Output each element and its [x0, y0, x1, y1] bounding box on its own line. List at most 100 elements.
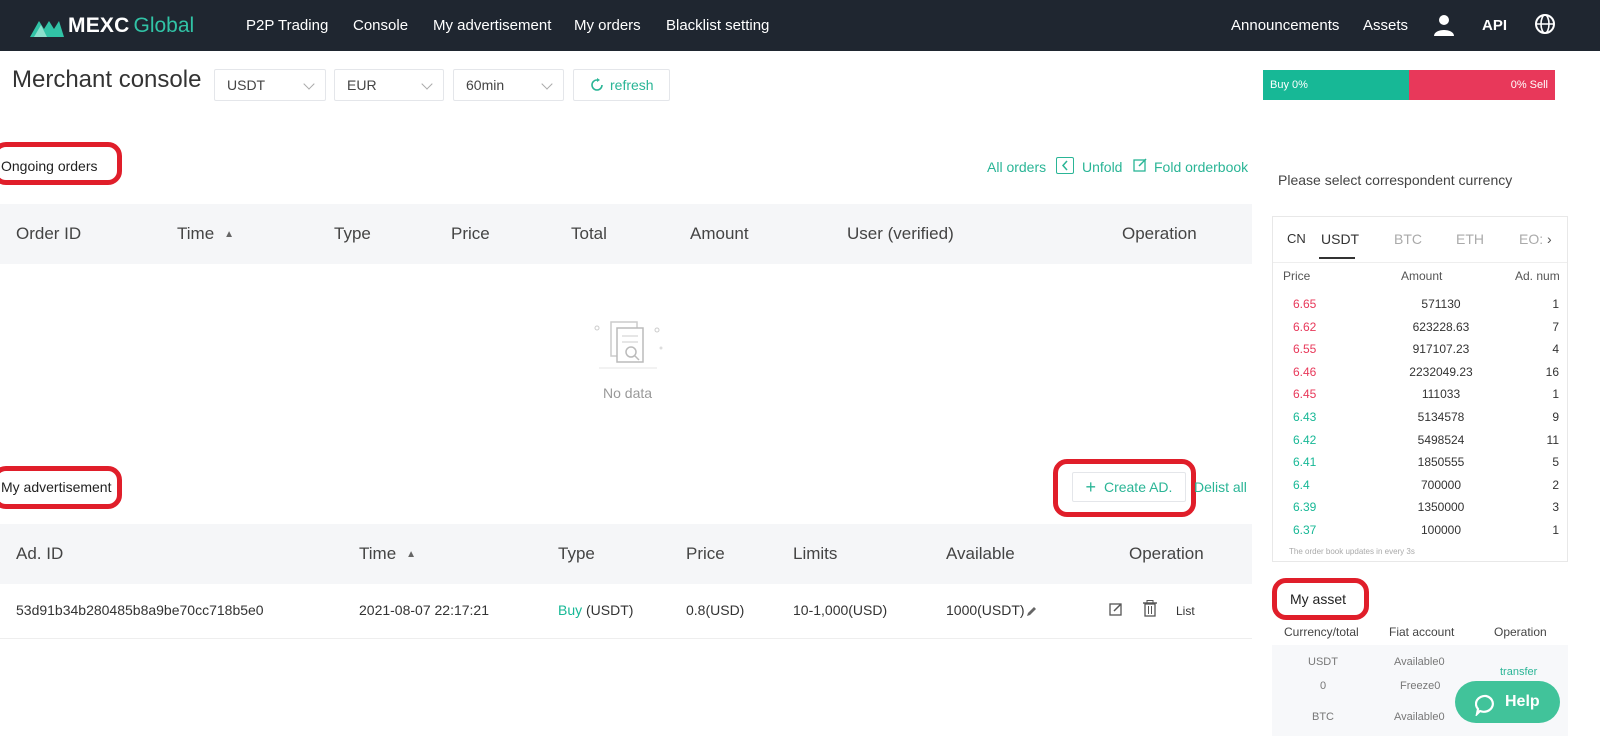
ob-row-ad-num: 2 — [1552, 477, 1559, 492]
tab-btc[interactable]: BTC — [1394, 231, 1422, 247]
ob-row-amount: 5498524 — [1417, 432, 1465, 447]
transfer-link[interactable]: transfer — [1500, 666, 1537, 678]
pencil-icon[interactable] — [1026, 604, 1038, 622]
asset-col-currency: Currency/total — [1284, 625, 1359, 639]
all-orders-link[interactable]: All orders — [987, 159, 1046, 175]
ob-row-price[interactable]: 6.41 — [1293, 455, 1316, 469]
refresh-icon — [591, 78, 603, 91]
tab-eos[interactable]: EO: — [1519, 231, 1543, 247]
user-icon[interactable] — [1432, 13, 1456, 37]
col-time[interactable]: Time ▲ — [359, 544, 416, 564]
logo-text-global: Global — [133, 14, 195, 37]
col-price: Price — [686, 544, 725, 563]
col-type: Type — [558, 544, 595, 563]
ob-row-price[interactable]: 6.45 — [1293, 387, 1316, 401]
ob-row-ad-num: 3 — [1552, 500, 1559, 515]
nav-my-orders[interactable]: My orders — [574, 17, 641, 34]
ob-row-amount: 111033 — [1421, 387, 1461, 402]
ob-row-price[interactable]: 6.43 — [1293, 410, 1316, 424]
col-order-id: Order ID — [16, 224, 82, 243]
table-row: 53d91b34b280485b8a9be70cc718b5e0 2021-08… — [0, 583, 1252, 639]
ob-row-amount: 100000 — [1420, 523, 1462, 537]
coin-select-value: USDT — [227, 77, 266, 93]
nav-announcements[interactable]: Announcements — [1231, 17, 1339, 34]
edit-icon[interactable] — [1109, 602, 1123, 621]
unfold-icon[interactable] — [1056, 157, 1074, 174]
nav-blacklist-setting[interactable]: Blacklist setting — [666, 17, 769, 34]
unfold-link[interactable]: Unfold — [1082, 159, 1122, 175]
ongoing-orders-title: Ongoing orders — [1, 158, 98, 174]
col-ad-id: Ad. ID — [16, 544, 64, 563]
ob-row-ad-num: 4 — [1552, 342, 1559, 357]
orderbook-note: The order book updates in every 3s — [1289, 547, 1415, 556]
ob-row-price[interactable]: 6.4 — [1293, 478, 1310, 492]
trash-icon[interactable] — [1142, 600, 1158, 622]
ob-row-ad-num: 1 — [1552, 523, 1559, 537]
page-title: Merchant console — [12, 66, 202, 93]
ob-row-price[interactable]: 6.62 — [1293, 320, 1316, 334]
nav-console[interactable]: Console — [353, 17, 408, 34]
period-select[interactable]: 60min — [453, 69, 564, 101]
ob-row-ad-num: 1 — [1552, 297, 1559, 311]
ob-row-price[interactable]: 6.46 — [1293, 365, 1316, 379]
ob-row-price[interactable]: 6.65 — [1293, 297, 1316, 311]
buy-ratio-bar: Buy 0% — [1263, 70, 1409, 100]
buy-ratio-label: Buy 0% — [1270, 79, 1308, 91]
orders-table-header: Order ID Time ▲ Type Price Total Amount U… — [0, 204, 1252, 264]
ob-row-amount: 700000 — [1420, 477, 1462, 492]
ob-row-ad-num: 7 — [1552, 319, 1559, 334]
ob-col-ad-num: Ad. num — [1515, 269, 1560, 283]
help-label: Help — [1505, 693, 1540, 710]
chevron-down-icon — [541, 78, 553, 90]
sort-icon[interactable]: ▲ — [224, 229, 234, 240]
empty-state-text: No data — [603, 385, 653, 401]
edit-icon — [1133, 157, 1148, 177]
mexc-logo[interactable]: MEXC Global — [30, 12, 194, 40]
nav-assets[interactable]: Assets — [1363, 17, 1408, 34]
ob-row-amount: 623228.63 — [1412, 319, 1470, 334]
create-ad-button[interactable]: + Create AD. — [1072, 472, 1186, 502]
delist-all-link[interactable]: Delist all — [1194, 479, 1247, 495]
top-navbar: MEXC Global P2P Trading Console My adver… — [0, 0, 1600, 51]
tab-usdt[interactable]: USDT — [1321, 231, 1359, 247]
coin-select[interactable]: USDT — [214, 69, 326, 101]
asset-btc-available: Available0 — [1394, 711, 1445, 723]
nav-api[interactable]: API — [1482, 17, 1507, 34]
chat-icon — [1474, 691, 1497, 733]
ad-type-coin: (USDT) — [586, 602, 634, 618]
nav-p2p-trading[interactable]: P2P Trading — [246, 17, 328, 34]
col-operation: Operation — [1122, 224, 1197, 243]
orderbook-panel: CN USDT BTC ETH EO: › Price Amount Ad. n… — [1272, 216, 1568, 562]
col-limits: Limits — [793, 544, 838, 563]
col-price: Price — [451, 224, 490, 243]
my-asset-title: My asset — [1290, 591, 1347, 607]
list-button[interactable]: List — [1176, 604, 1195, 618]
chevron-right-icon[interactable]: › — [1547, 231, 1552, 247]
nav-my-advertisement[interactable]: My advertisement — [433, 17, 551, 34]
ob-row-amount: 2232049.23 — [1409, 364, 1473, 379]
period-select-value: 60min — [466, 77, 505, 93]
ad-time: 2021-08-07 22:17:21 — [359, 602, 489, 618]
tab-eth[interactable]: ETH — [1456, 231, 1484, 247]
no-data-icon — [589, 318, 667, 379]
ob-row-price[interactable]: 6.39 — [1293, 500, 1316, 514]
tab-cn[interactable]: CN — [1287, 231, 1306, 246]
ob-row-price[interactable]: 6.37 — [1293, 523, 1316, 537]
asset-usdt-total: 0 — [1320, 680, 1327, 692]
col-time-label: Time — [359, 544, 397, 563]
ob-row-amount: 5134578 — [1417, 410, 1465, 424]
col-time[interactable]: Time ▲ — [177, 224, 234, 244]
sort-icon[interactable]: ▲ — [406, 549, 416, 560]
globe-icon[interactable] — [1534, 13, 1558, 37]
help-button[interactable]: Help — [1455, 681, 1560, 723]
ob-row-ad-num: 16 — [1545, 364, 1559, 379]
fiat-select[interactable]: EUR — [334, 69, 444, 101]
ob-col-amount: Amount — [1401, 269, 1443, 283]
asset-freeze: Freeze0 — [1400, 680, 1441, 692]
refresh-button[interactable]: refresh — [573, 69, 670, 101]
fold-orderbook-link[interactable]: Fold orderbook — [1154, 159, 1248, 175]
ob-row-price[interactable]: 6.42 — [1293, 433, 1316, 447]
ob-row-price[interactable]: 6.55 — [1293, 342, 1316, 356]
fiat-select-value: EUR — [347, 77, 377, 93]
ad-limits: 10-1,000(USD) — [793, 602, 888, 618]
